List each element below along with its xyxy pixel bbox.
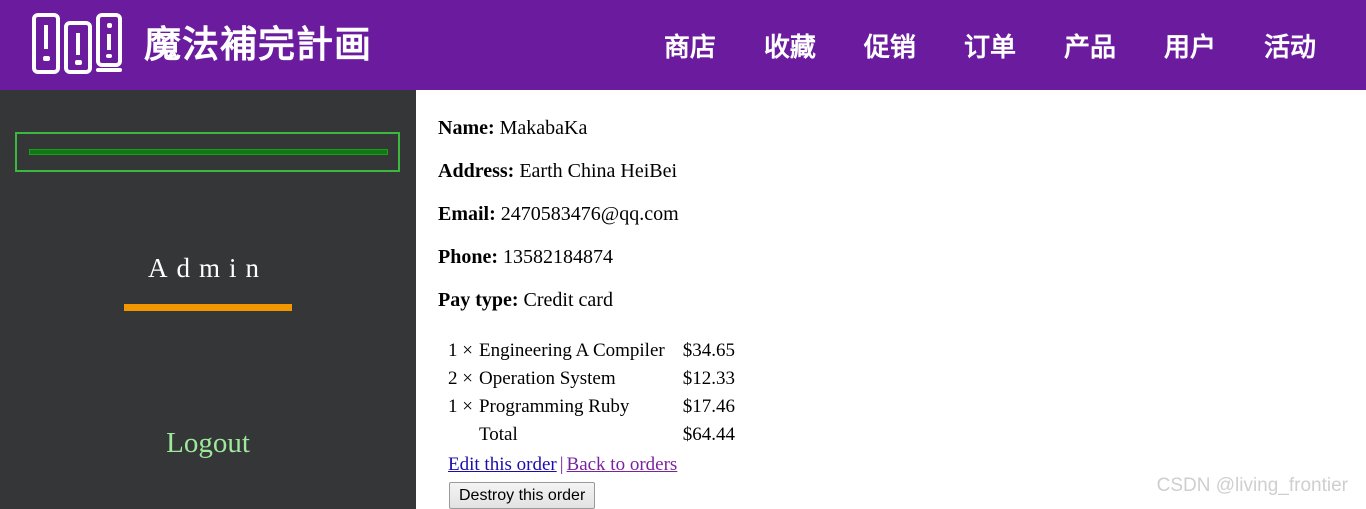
line-item-price: $34.65: [682, 340, 735, 361]
three-books-icon: [30, 10, 126, 81]
line-item-name: Programming Ruby: [478, 396, 630, 417]
nav-item-shop[interactable]: 商店: [664, 27, 716, 64]
page-body: Admin Logout Name: MakabaKa Address: Ear…: [0, 90, 1366, 509]
line-item-qty: 1 ×: [448, 340, 473, 361]
field-pay-type: Pay type: Credit card: [438, 290, 1366, 310]
logout-link[interactable]: Logout: [166, 427, 250, 459]
edit-order-link[interactable]: Edit this order: [448, 454, 557, 475]
link-separator: |: [559, 454, 564, 475]
field-address-label: Address:: [438, 160, 515, 182]
field-name: Name: MakabaKa: [438, 118, 1366, 138]
field-email-value: 2470583476@qq.com: [500, 203, 679, 225]
cart-panel-bar: [29, 149, 388, 155]
field-email: Email: 2470583476@qq.com: [438, 204, 1366, 224]
line-item-qty: 1 ×: [448, 396, 473, 417]
field-name-value: MakabaKa: [499, 117, 588, 139]
field-email-label: Email:: [438, 203, 496, 225]
logout-block: Logout: [0, 427, 416, 460]
field-name-label: Name:: [438, 117, 495, 139]
field-address: Address: Earth China HeiBei: [438, 161, 1366, 181]
order-action-links: Edit this order | Back to orders: [448, 453, 1366, 477]
order-detail-content: Name: MakabaKa Address: Earth China HeiB…: [416, 90, 1366, 509]
brand[interactable]: 魔法補完計画: [30, 10, 372, 81]
nav-item-activity[interactable]: 活动: [1264, 27, 1316, 64]
cart-panel[interactable]: [15, 132, 400, 172]
nav-item-users[interactable]: 用户: [1164, 27, 1216, 64]
line-item-qty: 2 ×: [448, 368, 473, 389]
total-price: $64.44: [682, 424, 735, 445]
field-phone: Phone: 13582184874: [438, 247, 1366, 267]
nav-item-promotion[interactable]: 促销: [864, 27, 916, 64]
line-item-price: $12.33: [682, 368, 735, 389]
line-item-name: Operation System: [478, 368, 616, 389]
total-spacer: [448, 422, 479, 450]
line-item-price: $17.46: [682, 396, 735, 417]
table-row-total: Total $64.44: [448, 422, 735, 450]
nav-item-favorites[interactable]: 收藏: [764, 27, 816, 64]
field-pay-type-label: Pay type:: [438, 289, 519, 311]
field-phone-label: Phone:: [438, 246, 498, 268]
site-header: 魔法補完計画 商店 收藏 促销 订单 产品 用户 活动: [0, 0, 1366, 90]
field-phone-value: 13582184874: [503, 246, 613, 268]
table-row: 1 × Programming Ruby $17.46: [448, 394, 735, 422]
destroy-order-button[interactable]: Destroy this order: [449, 482, 596, 509]
admin-block: Admin: [0, 255, 416, 311]
total-label: Total: [478, 424, 518, 445]
admin-underline: [124, 304, 292, 311]
order-line-items-table: 1 × Engineering A Compiler $34.65 2 × Op…: [448, 338, 735, 450]
back-to-orders-link[interactable]: Back to orders: [567, 454, 678, 475]
field-address-value: Earth China HeiBei: [519, 160, 678, 182]
table-row: 2 × Operation System $12.33: [448, 366, 735, 394]
admin-label: Admin: [147, 253, 268, 283]
nav-item-products[interactable]: 产品: [1064, 27, 1116, 64]
table-row: 1 × Engineering A Compiler $34.65: [448, 338, 735, 366]
line-item-name: Engineering A Compiler: [478, 340, 665, 361]
sidebar: Admin Logout: [0, 90, 416, 509]
main-navigation: 商店 收藏 促销 订单 产品 用户 活动: [664, 27, 1316, 64]
watermark: CSDN @living_frontier: [1156, 475, 1348, 496]
nav-item-orders[interactable]: 订单: [964, 27, 1016, 64]
brand-title: 魔法補完計画: [144, 24, 372, 66]
field-pay-type-value: Credit card: [523, 289, 613, 311]
